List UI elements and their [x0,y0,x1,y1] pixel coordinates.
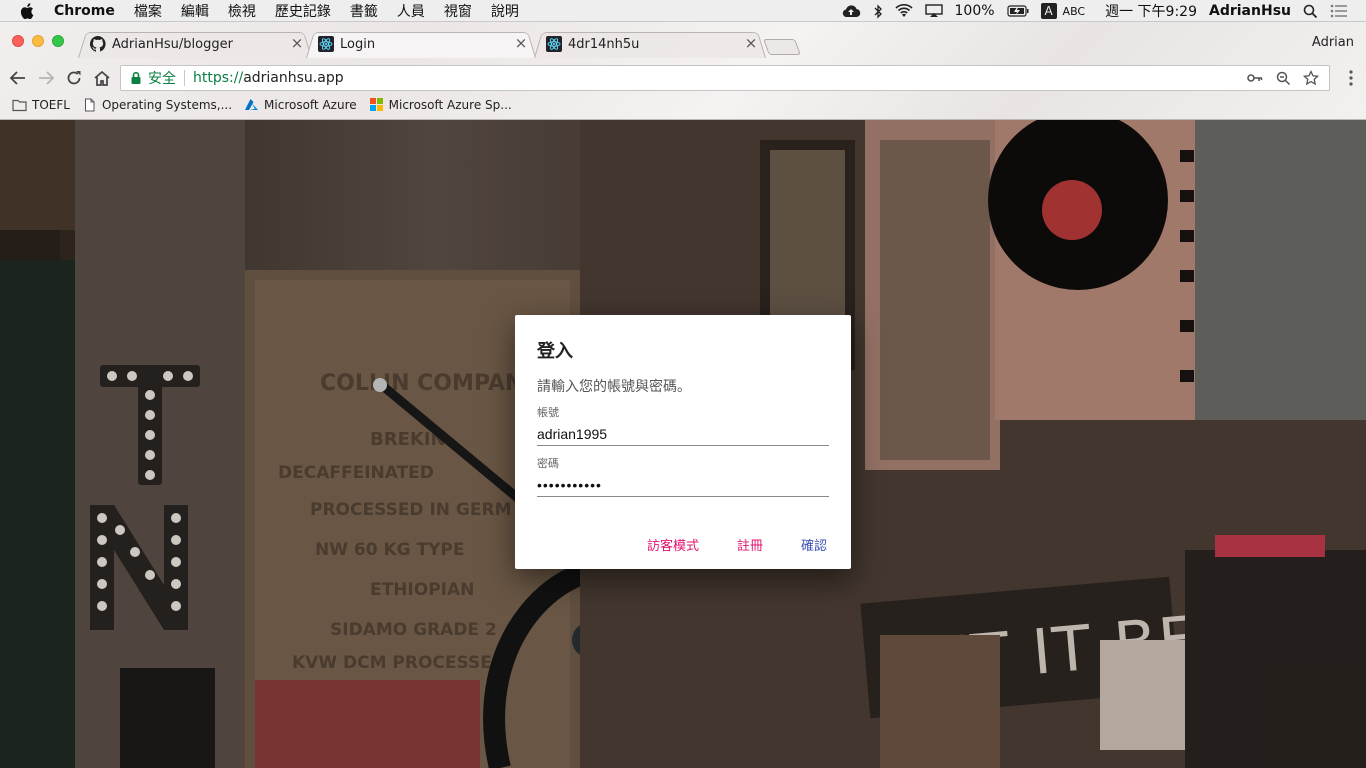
menubar-clock[interactable]: 週一 下午9:29 [1105,1,1197,21]
wifi-icon[interactable] [894,4,913,18]
arrow-right-icon [39,71,55,85]
input-method-label[interactable]: ABC [1063,5,1086,18]
microsoft-icon [369,98,383,111]
reload-icon [67,71,81,85]
menu-bookmarks[interactable]: 書籤 [350,1,378,21]
forward-button[interactable] [36,68,56,88]
react-icon [318,36,334,52]
menu-window[interactable]: 視窗 [444,1,472,21]
bookmarks-bar: TOEFL Operating Systems,... Microsoft Az… [0,94,1366,116]
lock-icon[interactable] [129,71,143,85]
bookmark-microsoft-azure-sp[interactable]: Microsoft Azure Sp... [369,98,512,112]
bookmark-toefl[interactable]: TOEFL [12,98,70,112]
login-page: COLLIN COMPANY BREKIN DECAFFEINATED PROC… [0,120,1366,768]
bookmark-label: Microsoft Azure [264,98,357,112]
tab-close-icon[interactable]: × [744,36,758,51]
input-source-badge[interactable]: A [1040,3,1057,19]
menu-history[interactable]: 歷史記錄 [275,1,331,21]
login-dialog: 登入 請輸入您的帳號與密碼。 帳號 密碼 訪客模式 註冊 確認 [515,315,851,569]
menu-app-name[interactable]: Chrome [54,3,115,19]
url-host[interactable]: adrianhsu.app [243,70,343,86]
zoom-icon[interactable] [1273,69,1293,87]
password-field: 密碼 [537,455,829,497]
secure-label[interactable]: 安全 [148,68,176,88]
tab-close-icon[interactable]: × [290,36,304,51]
back-button[interactable] [8,68,28,88]
url-scheme[interactable]: https:// [193,70,243,86]
new-tab-button[interactable] [763,39,801,55]
address-bar[interactable]: 安全 https:// adrianhsu.app [120,65,1330,91]
tab-4dr14nh5u[interactable]: 4dr14nh5u × [534,30,766,58]
bookmark-operating-systems[interactable]: Operating Systems,... [82,98,232,112]
notification-center-icon[interactable] [1330,4,1348,18]
window-close-button[interactable] [12,35,24,47]
dialog-title: 登入 [537,341,573,361]
menu-people[interactable]: 人員 [397,1,425,21]
menubar-status-area: 100% A ABC 週一 下午9:29 AdrianHsu [841,0,1366,22]
omnibox-actions [1237,69,1321,87]
spotlight-search-icon[interactable] [1303,4,1318,19]
username-field: 帳號 [537,404,829,446]
github-icon [90,36,106,52]
dialog-actions: 訪客模式 註冊 確認 [609,535,827,554]
browser-menu-icon[interactable] [1348,68,1354,88]
azure-icon [245,99,259,110]
bookmark-star-icon[interactable] [1301,69,1321,87]
password-label: 密碼 [537,458,559,470]
dialog-description: 請輸入您的帳號與密碼。 [537,378,691,394]
tab-title: AdrianHsu/blogger [112,36,233,52]
bookmark-microsoft-azure[interactable]: Microsoft Azure [244,98,357,112]
window-zoom-button[interactable] [52,35,64,47]
input-source-letter: A [1040,3,1057,19]
apple-icon[interactable] [20,2,34,19]
tab-login[interactable]: Login × [306,30,536,58]
password-input[interactable] [537,471,829,497]
tab-title: Login [340,36,376,52]
cloud-upload-icon[interactable] [841,4,861,18]
profile-name[interactable]: Adrian [1312,35,1354,50]
username-input[interactable] [537,420,829,446]
window-minimize-button[interactable] [32,35,44,47]
airplay-icon[interactable] [924,4,943,18]
reload-button[interactable] [64,68,84,88]
page-icon [84,98,95,112]
confirm-button[interactable]: 確認 [801,535,827,554]
tab-close-icon[interactable]: × [514,36,528,51]
home-button[interactable] [92,68,112,88]
bookmark-label: TOEFL [32,98,70,112]
menubar-user[interactable]: AdrianHsu [1209,3,1291,19]
menu-help[interactable]: 說明 [491,1,519,21]
username-label: 帳號 [537,407,559,419]
key-icon[interactable] [1245,69,1265,87]
bookmark-label: Microsoft Azure Sp... [388,98,512,112]
folder-icon [12,99,27,112]
battery-percent: 100% [954,3,995,19]
react-icon [546,36,562,52]
browser-chrome: AdrianHsu/blogger × Login × 4dr14nh5u × … [0,22,1366,120]
tab-github[interactable]: AdrianHsu/blogger × [78,30,312,58]
menu-view[interactable]: 檢視 [228,1,256,21]
menu-file[interactable]: 檔案 [134,1,162,21]
register-button[interactable]: 註冊 [737,535,763,554]
macos-menubar: Chrome 檔案 編輯 檢視 歷史記錄 書籤 人員 視窗 說明 100% A … [0,0,1366,22]
omnibox-divider [184,70,185,86]
arrow-left-icon [9,71,25,85]
bluetooth-icon[interactable] [873,3,883,19]
menu-edit[interactable]: 編輯 [181,1,209,21]
battery-charging-icon[interactable] [1006,5,1029,17]
tab-title: 4dr14nh5u [568,36,640,52]
guest-mode-button[interactable]: 訪客模式 [647,535,699,554]
home-icon [94,70,110,86]
bookmark-label: Operating Systems,... [101,98,233,112]
